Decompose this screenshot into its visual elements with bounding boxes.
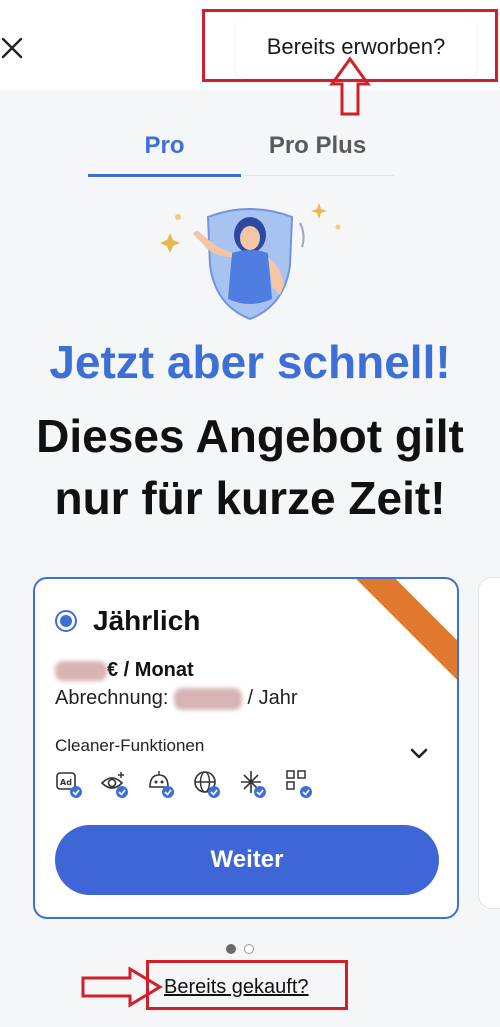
tab-pro[interactable]: Pro — [88, 118, 241, 174]
feature-icon-row: Ad — [55, 769, 313, 801]
annotation-arrow-right-icon — [81, 966, 163, 1008]
headline-line-1: Dieses Angebot gilt — [36, 410, 464, 462]
privacy-eye-icon — [101, 772, 128, 798]
sparkle-icon — [311, 203, 327, 219]
annotation-arrow-up-icon — [329, 56, 371, 116]
continue-button-label: Weiter — [210, 846, 284, 873]
close-icon[interactable] — [0, 26, 24, 70]
headline-accent: Jetzt aber schnell! — [49, 336, 451, 388]
tab-pro-plus[interactable]: Pro Plus — [241, 118, 394, 174]
headline-offer: Dieses Angebot gilt nur für kurze Zeit! — [0, 405, 500, 529]
features-label: Cleaner-Funktionen — [55, 736, 205, 755]
plan-radio-selected[interactable] — [55, 610, 77, 632]
snowflake-icon — [241, 771, 266, 798]
pagination-dot-active[interactable] — [226, 944, 236, 954]
robot-icon — [149, 771, 174, 798]
svg-text:Ad: Ad — [60, 778, 72, 787]
ad-block-icon: Ad — [56, 772, 82, 798]
plan-name: Jährlich — [93, 605, 201, 636]
redacted-billing-amount — [173, 687, 242, 710]
plan-tabs: Pro Pro Plus — [88, 118, 394, 177]
chevron-down-icon[interactable] — [407, 741, 431, 765]
hero-illustration — [160, 203, 341, 321]
plan-price: € / Monat — [55, 659, 194, 682]
continue-button[interactable]: Weiter — [55, 825, 439, 895]
carousel-pagination — [226, 944, 254, 954]
plan-card-next[interactable] — [478, 577, 500, 909]
plan-card-annual[interactable]: Jährlich € / Monat Abrechnung: / Jahr Cl… — [33, 577, 459, 919]
sparkle-icon — [160, 233, 180, 253]
redacted-price — [55, 660, 107, 681]
active-tab-indicator — [88, 174, 241, 177]
globe-icon — [194, 771, 220, 798]
annotation-highlight-bottom — [146, 960, 348, 1010]
qr-code-icon — [286, 770, 312, 798]
discount-ribbon — [339, 579, 457, 684]
plan-billing: Abrechnung: / Jahr — [55, 687, 298, 710]
headline-line-2: nur für kurze Zeit! — [54, 472, 446, 524]
pagination-dot[interactable] — [244, 944, 254, 954]
